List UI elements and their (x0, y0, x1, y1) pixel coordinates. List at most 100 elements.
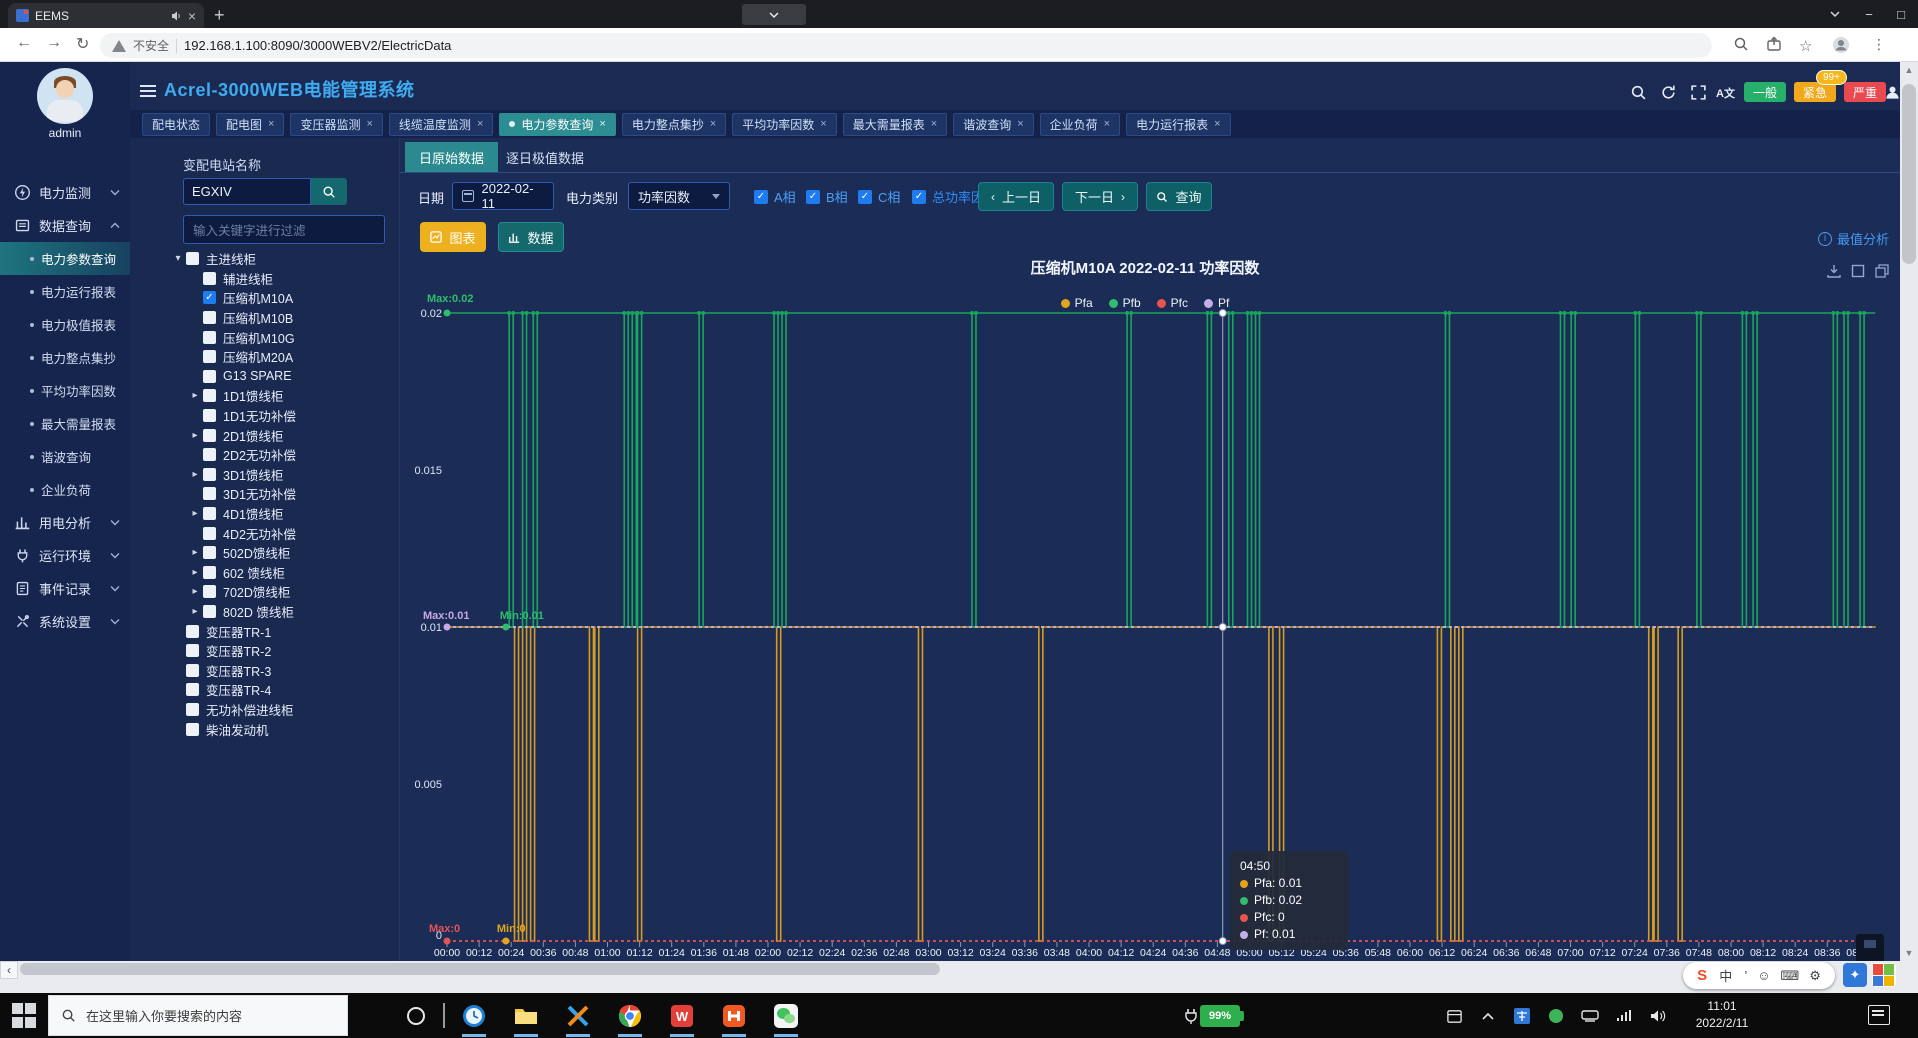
station-search-button[interactable] (311, 178, 347, 205)
app-tab-2[interactable]: 变压器监测× (290, 113, 382, 136)
tab-close-icon[interactable]: × (268, 118, 274, 130)
horizontal-scroll-thumb[interactable] (20, 963, 940, 975)
vertical-scroll-thumb[interactable] (1902, 84, 1916, 264)
tree-checkbox[interactable] (186, 625, 199, 638)
checkbox[interactable]: ✓ (858, 190, 872, 204)
header-user-icon[interactable] (1884, 84, 1901, 101)
tree-checkbox[interactable] (203, 272, 216, 285)
app-tab-4[interactable]: 电力参数查询× (499, 113, 615, 136)
scroll-down-arrow[interactable]: ▼ (1900, 945, 1918, 961)
tree-node-10[interactable]: 2D2无功补偿 (160, 445, 398, 465)
new-tab-button[interactable]: + (214, 5, 225, 25)
alarm-badge-2[interactable]: 严重 (1844, 82, 1886, 102)
app-tab-0[interactable]: 配电状态 (142, 113, 210, 136)
phase-checkbox-0[interactable]: ✓A相 (754, 187, 796, 206)
tree-checkbox[interactable] (203, 566, 216, 579)
url-text[interactable]: 192.168.1.100:8090/3000WEBV2/ElectricDat… (184, 38, 451, 53)
tab-close-icon[interactable]: × (710, 118, 716, 130)
sidebar-subitem-1-0[interactable]: 电力参数查询 (0, 242, 130, 275)
tree-node-14[interactable]: 4D2无功补偿 (160, 523, 398, 543)
cortana-icon[interactable] (402, 1002, 430, 1030)
download-icon[interactable] (1826, 263, 1842, 279)
tree-node-1[interactable]: 辅进线柜 (160, 269, 398, 289)
tree-checkbox[interactable] (203, 527, 216, 540)
tree-checkbox[interactable] (203, 350, 216, 363)
tree-checkbox[interactable] (186, 252, 199, 265)
tree-collapsed-icon[interactable]: ▸ (187, 606, 203, 617)
app-tab-1[interactable]: 配电图× (216, 113, 284, 136)
tree-checkbox[interactable] (186, 644, 199, 657)
sidebar-item-2[interactable]: 用电分析 (0, 506, 130, 539)
tree-checkbox[interactable] (203, 370, 216, 383)
tray-ime-icon[interactable] (1508, 1002, 1536, 1030)
ime-toolbox-icon[interactable]: ⚙ (1809, 968, 1821, 984)
zoom-icon[interactable] (1733, 36, 1749, 52)
phase-checkbox-1[interactable]: ✓B相 (806, 187, 848, 206)
ime-toolbar[interactable]: S 中 ’☺⌨⚙ (1683, 962, 1835, 989)
sidebar-item-0[interactable]: 电力监测 (0, 176, 130, 209)
header-translate-icon[interactable]: A文 (1716, 85, 1735, 101)
tree-checkbox[interactable] (203, 487, 216, 500)
tree-node-18[interactable]: ▸802D 馈线柜 (160, 602, 398, 622)
share-icon[interactable] (1766, 36, 1782, 52)
tree-checkbox[interactable] (203, 311, 216, 324)
ime-keyboard-icon[interactable]: ⌨ (1781, 968, 1800, 984)
tray-device-icon[interactable] (1576, 1002, 1604, 1030)
tree-checkbox[interactable] (203, 605, 216, 618)
tree-node-4[interactable]: 压缩机M10G (160, 327, 398, 347)
tray-volume-icon[interactable] (1644, 1002, 1672, 1030)
prev-day-button[interactable]: ‹上一日 (978, 182, 1054, 211)
tree-node-2[interactable]: ✓压缩机M10A (160, 288, 398, 308)
tree-node-3[interactable]: 压缩机M10B (160, 308, 398, 328)
forward-button[interactable]: → (46, 34, 62, 52)
tray-green-app-icon[interactable] (1542, 1002, 1570, 1030)
browser-tab[interactable]: EEMS × (8, 3, 204, 28)
app-tab-3[interactable]: 线缆温度监测× (389, 113, 493, 136)
tab-close-icon[interactable]: × (477, 118, 483, 130)
ime-brand-icon[interactable]: S (1697, 967, 1707, 984)
action-center-icon[interactable] (1868, 1005, 1890, 1025)
floating-blue-app-icon[interactable]: ✦ (1843, 963, 1867, 987)
tab-close-icon[interactable]: × (820, 118, 826, 130)
sidebar-subitem-1-2[interactable]: 电力极值报表 (0, 308, 130, 341)
tree-node-0[interactable]: ▾主进线柜 (160, 249, 398, 269)
header-search-icon[interactable] (1630, 84, 1647, 101)
tree-node-24[interactable]: 柴油发动机 (160, 719, 398, 739)
back-button[interactable]: ← (16, 34, 32, 52)
maximize-icon[interactable] (1850, 263, 1866, 279)
tree-checkbox[interactable] (203, 448, 216, 461)
window-chevron-button[interactable] (1818, 0, 1852, 28)
sidebar-subitem-1-5[interactable]: 最大需量报表 (0, 407, 130, 440)
header-fullscreen-icon[interactable] (1690, 84, 1707, 101)
tree-node-20[interactable]: 变压器TR-2 (160, 641, 398, 661)
app-tab-9[interactable]: 企业负荷× (1040, 113, 1120, 136)
tree-node-11[interactable]: ▸3D1馈线柜 (160, 465, 398, 485)
tree-collapsed-icon[interactable]: ▸ (187, 508, 203, 519)
tree-collapsed-icon[interactable]: ▸ (187, 586, 203, 597)
alarm-badge-1[interactable]: 紧急 (1794, 82, 1836, 102)
bookmark-star-icon[interactable]: ☆ (1799, 37, 1812, 55)
tree-checkbox[interactable] (203, 468, 216, 481)
restore-icon[interactable] (1874, 263, 1890, 279)
tree-checkbox[interactable] (186, 703, 199, 716)
next-day-button[interactable]: 下一日› (1062, 182, 1138, 211)
tab-audio-icon[interactable] (170, 10, 182, 22)
sidebar-item-5[interactable]: 系统设置 (0, 605, 130, 638)
ime-punct-icon[interactable]: ’ (1744, 968, 1747, 984)
chrome-icon[interactable] (616, 1002, 644, 1030)
tab-close-icon[interactable]: × (366, 118, 372, 130)
tree-checkbox[interactable] (203, 585, 216, 598)
app-tab-10[interactable]: 电力运行报表× (1126, 113, 1230, 136)
tree-node-16[interactable]: ▸602 馈线柜 (160, 563, 398, 583)
data-view-button[interactable]: 数据 (498, 222, 564, 252)
tab-daily-extreme-data[interactable]: 逐日极值数据 (492, 142, 598, 172)
sidebar-subitem-1-1[interactable]: 电力运行报表 (0, 275, 130, 308)
sidebar-subitem-1-6[interactable]: 谐波查询 (0, 440, 130, 473)
tree-collapsed-icon[interactable]: ▸ (187, 390, 203, 401)
tray-hidden-icons-chevron[interactable] (1474, 1002, 1502, 1030)
tab-close-icon[interactable]: × (599, 118, 605, 130)
tree-node-17[interactable]: ▸702D馈线柜 (160, 582, 398, 602)
sidebar-item-1[interactable]: 数据查询 (0, 209, 130, 242)
tab-daily-raw-data[interactable]: 日原始数据 (405, 142, 498, 172)
h-app-icon[interactable] (720, 1002, 748, 1030)
